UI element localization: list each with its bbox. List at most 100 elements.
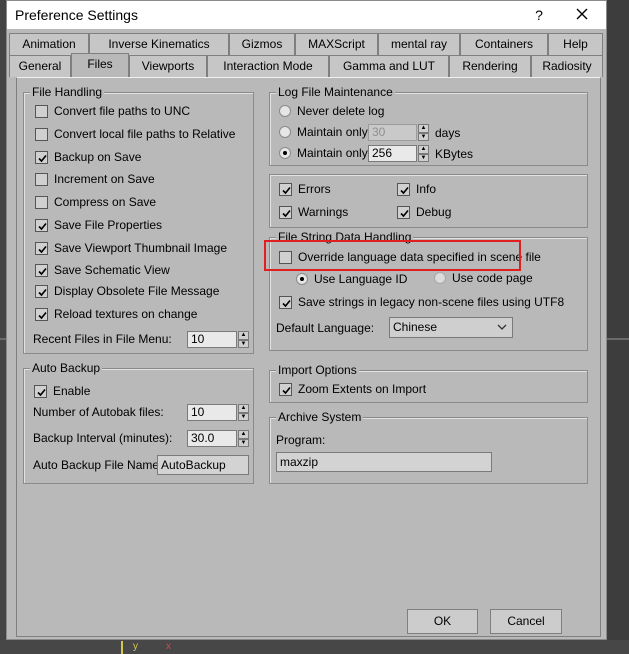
spin-down-icon[interactable]: ▼ <box>238 438 249 447</box>
zoom-extents-checkbox[interactable] <box>279 382 292 396</box>
maintain-days-option[interactable]: Maintain only <box>279 124 368 140</box>
spin-up-icon[interactable]: ▲ <box>238 430 249 439</box>
tab-animation[interactable]: Animation <box>9 33 89 55</box>
recent-files-spinner[interactable]: 10 ▲ ▼ <box>187 331 249 348</box>
ok-button[interactable]: OK <box>407 609 478 634</box>
backup-filename-text: Auto Backup File Name: <box>33 458 163 472</box>
file-handling-checkbox[interactable] <box>35 307 48 321</box>
file-handling-checkbox[interactable] <box>35 104 48 118</box>
spin-up-icon[interactable]: ▲ <box>238 331 249 340</box>
file-handling-option[interactable]: Convert local file paths to Relative <box>35 126 235 142</box>
file-handling-checkbox[interactable] <box>35 195 48 209</box>
zoom-extents-option[interactable]: Zoom Extents on Import <box>279 381 426 397</box>
use-language-id-label: Use Language ID <box>314 272 408 286</box>
default-language-dropdown[interactable]: Chinese <box>389 317 513 338</box>
tab-help[interactable]: Help <box>548 33 603 55</box>
file-handling-option[interactable]: Save Viewport Thumbnail Image <box>35 240 227 256</box>
file-handling-option[interactable]: Compress on Save <box>35 194 156 210</box>
file-handling-option[interactable]: Save Schematic View <box>35 262 170 278</box>
default-language-text: Default Language: <box>276 321 375 335</box>
autobak-number-spinner[interactable]: 10 ▲ ▼ <box>187 404 249 421</box>
info-checkbox[interactable] <box>397 182 410 196</box>
tab-maxscript[interactable]: MAXScript <box>295 33 378 55</box>
spin-down-icon[interactable]: ▼ <box>418 153 429 162</box>
never-delete-radio[interactable] <box>279 105 291 117</box>
backup-filename-input[interactable]: AutoBackup <box>157 455 249 475</box>
tab-radiosity[interactable]: Radiosity <box>531 55 603 77</box>
check-icon <box>282 299 291 307</box>
maintain-kb-option[interactable]: Maintain only <box>279 145 368 161</box>
info-option[interactable]: Info <box>397 181 436 197</box>
utf8-checkbox[interactable] <box>279 295 292 309</box>
errors-option[interactable]: Errors <box>279 181 331 197</box>
tab-mental-ray[interactable]: mental ray <box>378 33 460 55</box>
kb-spinner[interactable]: 256 ▲ ▼ <box>368 145 429 162</box>
days-arrows[interactable]: ▲ ▼ <box>418 124 429 141</box>
file-handling-option[interactable]: Display Obsolete File Message <box>35 283 219 299</box>
use-language-id-radio[interactable] <box>296 273 308 285</box>
file-handling-option[interactable]: Convert file paths to UNC <box>35 103 190 119</box>
kb-unit: KBytes <box>435 146 473 162</box>
debug-label: Debug <box>416 205 452 219</box>
file-handling-checkbox[interactable] <box>35 241 48 255</box>
file-handling-checkbox[interactable] <box>35 284 48 298</box>
maintain-days-radio[interactable] <box>279 126 291 138</box>
tab-viewports[interactable]: Viewports <box>129 55 207 77</box>
backup-interval-input[interactable]: 30.0 <box>187 430 237 447</box>
enable-checkbox[interactable] <box>34 384 47 398</box>
warnings-option[interactable]: Warnings <box>279 204 348 220</box>
file-handling-checkbox[interactable] <box>35 263 48 277</box>
tab-general[interactable]: General <box>9 55 71 77</box>
kb-arrows[interactable]: ▲ ▼ <box>418 145 429 162</box>
tab-gizmos[interactable]: Gizmos <box>229 33 295 55</box>
never-delete-option[interactable]: Never delete log <box>279 103 384 119</box>
errors-checkbox[interactable] <box>279 182 292 196</box>
tab-gamma-and-lut[interactable]: Gamma and LUT <box>329 55 449 77</box>
backup-interval-arrows[interactable]: ▲ ▼ <box>238 430 249 447</box>
file-handling-checkbox[interactable] <box>35 127 48 141</box>
close-button[interactable] <box>569 3 595 27</box>
auto-backup-enable[interactable]: Enable <box>34 383 90 399</box>
file-handling-option[interactable]: Increment on Save <box>35 171 155 187</box>
spin-down-icon[interactable]: ▼ <box>238 339 249 348</box>
file-handling-checkbox[interactable] <box>35 172 48 186</box>
maintain-kb-radio[interactable] <box>279 147 291 159</box>
log-file-label: Log File Maintenance <box>276 85 395 99</box>
autobak-number-input[interactable]: 10 <box>187 404 237 421</box>
import-options-label: Import Options <box>276 363 359 377</box>
use-language-id-option[interactable]: Use Language ID <box>296 271 407 287</box>
tab-files[interactable]: Files <box>71 53 129 77</box>
days-input[interactable]: 30 <box>368 124 417 141</box>
debug-checkbox[interactable] <box>397 205 410 219</box>
spin-down-icon[interactable]: ▼ <box>418 132 429 141</box>
recent-files-text: Recent Files in File Menu: <box>33 332 172 346</box>
recent-files-arrows[interactable]: ▲ ▼ <box>238 331 249 348</box>
check-icon <box>38 267 47 275</box>
tab-rendering[interactable]: Rendering <box>449 55 531 77</box>
help-button[interactable]: ? <box>529 5 549 25</box>
kb-input[interactable]: 256 <box>368 145 417 162</box>
backup-interval-spinner[interactable]: 30.0 ▲ ▼ <box>187 430 249 447</box>
file-handling-checkbox[interactable] <box>35 150 48 164</box>
tab-containers[interactable]: Containers <box>460 33 548 55</box>
utf8-option[interactable]: Save strings in legacy non-scene files u… <box>279 294 564 310</box>
spin-down-icon[interactable]: ▼ <box>238 412 249 421</box>
use-code-page-radio[interactable] <box>434 272 446 284</box>
use-code-page-option[interactable]: Use code page <box>434 270 533 286</box>
file-handling-option[interactable]: Reload textures on change <box>35 306 197 322</box>
file-handling-checkbox[interactable] <box>35 218 48 232</box>
autobak-number-arrows[interactable]: ▲ ▼ <box>238 404 249 421</box>
warnings-checkbox[interactable] <box>279 205 292 219</box>
program-input[interactable]: maxzip <box>276 452 492 472</box>
days-spinner[interactable]: 30 ▲ ▼ <box>368 124 429 141</box>
debug-option[interactable]: Debug <box>397 204 451 220</box>
file-handling-option[interactable]: Backup on Save <box>35 149 141 165</box>
cancel-button[interactable]: Cancel <box>490 609 562 634</box>
recent-files-input[interactable]: 10 <box>187 331 237 348</box>
file-handling-option[interactable]: Save File Properties <box>35 217 162 233</box>
spin-up-icon[interactable]: ▲ <box>418 145 429 154</box>
tab-interaction-mode[interactable]: Interaction Mode <box>207 55 329 77</box>
spin-up-icon[interactable]: ▲ <box>238 404 249 413</box>
tab-inverse-kinematics[interactable]: Inverse Kinematics <box>89 33 229 55</box>
spin-up-icon[interactable]: ▲ <box>418 124 429 133</box>
